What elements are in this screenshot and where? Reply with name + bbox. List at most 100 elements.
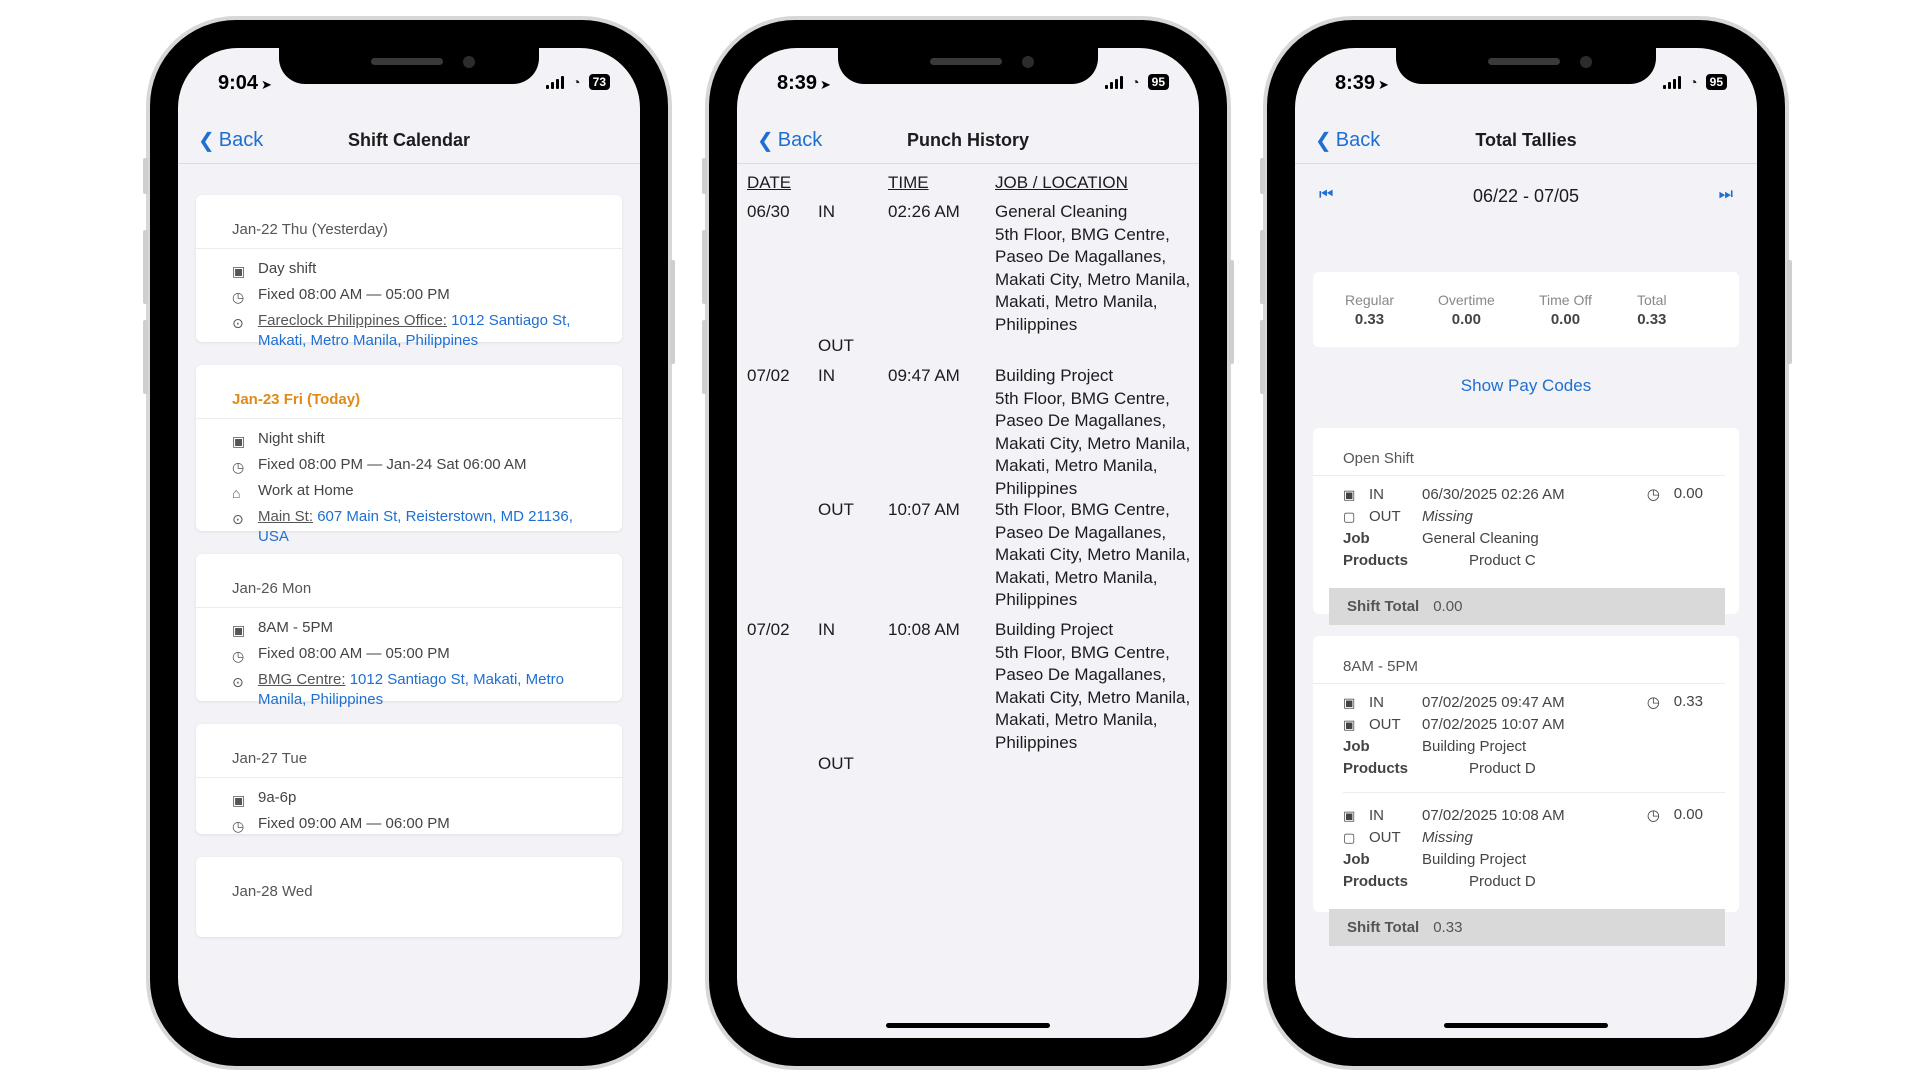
shift-list[interactable]: Jan-22 Thu (Yesterday) ▣ Day shift ◷ Fixed… [178,165,640,1038]
calendar-out-icon: ▣ [1343,717,1356,732]
battery-icon: 95 [1147,74,1169,90]
phone-total-tallies: 8:39 ➤ ◔ 95 ❮ Back Total Tallies ⏮ 06/22 -… [1260,20,1792,1066]
shift-date: Jan-27 Tue [196,724,622,778]
phone-button [1229,260,1234,364]
punch-hours: ◷ 0.00 [1646,485,1703,503]
job-name: Building Project [1422,738,1527,755]
totals-summary: Regular 0.33 Overtime 0.00 Time Off 0.00 To… [1313,272,1739,347]
shift-hours: Fixed 08:00 AM — 05:00 PM [258,286,450,303]
phone-button [1787,260,1792,364]
signal-icon [546,75,565,89]
phone-shift-calendar: 9:04 ➤ ◔ 73 ❮ Back Shift Calendar Jan-22 T… [143,20,675,1066]
notch [838,48,1098,84]
clock-icon: ◷ [1646,694,1660,711]
phone-button [702,230,707,304]
shift-tally-card: Open Shift ▣ IN 06/30/2025 02:26 AM ▢ OUT Mi… [1313,428,1739,625]
location-name: Fareclock Philippines Office: [258,312,447,329]
total-overtime: Overtime 0.00 [1438,292,1495,328]
battery-icon: 95 [1705,74,1727,90]
shift-card[interactable]: Jan-28 Wed [196,857,622,937]
column-time: TIME [888,173,929,192]
shift-card[interactable]: Jan-23 Fri (Today) ▣ Night shift ◷ Fixed 0… [196,365,622,545]
location-arrow-icon: ➤ [820,77,831,92]
clock-icon: ◷ [232,648,245,664]
punch-date: 07/02 [747,620,790,639]
table-header: DATE TIME JOB / LOCATION [747,173,1197,201]
location-name: BMG Centre: [258,671,346,688]
shift-tally-card: 8AM - 5PM ▣ IN 07/02/2025 09:47 AM ▣ OUT 07/… [1313,636,1739,946]
out-time: Missing [1422,829,1473,846]
screen: 8:39 ➤ ◔ 95 ❮ Back Punch History DATE TIME… [737,48,1199,1038]
punch-out-time: 10:07 AM [888,500,960,519]
shift-total: Shift Total 0.00 [1329,588,1725,625]
column-date: DATE [747,173,792,192]
punch-row[interactable]: 06/30 IN 02:26 AM General Cleaning 5th F… [747,201,1197,365]
shift-card[interactable]: Jan-26 Mon ▣ 8AM - 5PM ◷ Fixed 08:00 AM — … [196,554,622,708]
screen: 9:04 ➤ ◔ 73 ❮ Back Shift Calendar Jan-22 T… [178,48,640,1038]
next-period-icon[interactable]: ⏭ [1719,186,1733,204]
punch-in-time: 09:47 AM [888,366,960,385]
punch-date: 06/30 [747,202,790,221]
location-pin-icon: ⊙ [232,315,244,331]
punch-hours: ◷ 0.33 [1646,693,1703,711]
job-name: Building Project [1422,851,1527,868]
location-name: Main St: [258,508,314,525]
punch-detail: ▣ IN 07/02/2025 10:08 AM ▢ OUT Missing Job Bu… [1313,797,1739,901]
calendar-out-icon: ▢ [1343,830,1356,845]
punch-row[interactable]: 07/02 IN 09:47 AM Building Project 5th F… [747,365,1197,619]
location-pin-icon: ⊙ [232,674,244,690]
phone-button [1260,320,1265,394]
punch-hours: ◷ 0.00 [1646,806,1703,824]
total-regular: Regular 0.33 [1345,292,1395,328]
clock-icon: ◷ [232,459,245,475]
calendar-in-icon: ▣ [1343,487,1356,502]
calendar-out-icon: ▢ [1343,509,1356,524]
location-arrow-icon: ➤ [261,77,272,92]
nav-bar: ❮ Back Punch History [737,116,1199,164]
calendar-icon: ▣ [232,622,246,638]
punch-row[interactable]: 07/02 IN 10:08 AM Building Project 5th F… [747,619,1197,783]
shift-date: Jan-28 Wed [232,883,313,900]
home-indicator[interactable] [886,1023,1050,1028]
punch-in-label: IN [818,366,835,385]
punch-detail: ▣ IN 07/02/2025 09:47 AM ▣ OUT 07/02/2025 10… [1313,684,1739,788]
calendar-in-icon: ▣ [1343,808,1356,823]
clock-icon: ◷ [232,818,245,834]
phone-button [143,320,148,394]
status-time: 9:04 ➤ [218,72,272,94]
work-mode: Work at Home [258,482,354,499]
shift-name: 8AM - 5PM [258,619,334,636]
total-time-off: Time Off 0.00 [1539,292,1592,328]
calendar-icon: ▣ [232,792,246,808]
phone-button [143,158,148,194]
show-pay-codes-link[interactable]: Show Pay Codes [1295,376,1757,396]
punch-out-label: OUT [818,500,854,519]
nav-bar: ❮ Back Shift Calendar [178,116,640,164]
wifi-icon: ◔ [1131,74,1140,90]
job-name: General Cleaning [1422,530,1539,547]
punch-detail: ▣ IN 06/30/2025 02:26 AM ▢ OUT Missing Job Ge… [1313,476,1739,580]
punch-table[interactable]: DATE TIME JOB / LOCATION 06/30 IN 02:26 … [737,165,1199,1038]
signal-icon [1105,75,1124,89]
column-job: JOB / LOCATION [995,173,1128,192]
home-indicator[interactable] [1444,1023,1608,1028]
punch-out-label: OUT [818,336,854,355]
phone-button [1260,158,1265,194]
punch-in-label: IN [818,202,835,221]
calendar-icon: ▣ [232,433,246,449]
shift-date: Jan-22 Thu (Yesterday) [196,195,622,249]
shift-card[interactable]: Jan-27 Tue ▣ 9a-6p ◷ Fixed 09:00 AM — 06:0… [196,724,622,834]
shift-card[interactable]: Jan-22 Thu (Yesterday) ▣ Day shift ◷ Fixed… [196,195,622,349]
notch [1396,48,1656,84]
period-range: 06/22 - 07/05 [1472,186,1580,206]
location-arrow-icon: ➤ [1378,77,1389,92]
calendar-in-icon: ▣ [1343,695,1356,710]
out-time: 07/02/2025 10:07 AM [1422,716,1565,733]
phone-button [702,320,707,394]
punch-out-label: OUT [818,754,854,773]
punch-in-job: Building Project 5th Floor, BMG Centre, … [995,620,1191,752]
shift-date: Jan-26 Mon [196,554,622,608]
shift-total: Shift Total 0.33 [1329,909,1725,946]
punch-in-label: IN [818,620,835,639]
clock-icon: ◷ [1646,807,1660,824]
